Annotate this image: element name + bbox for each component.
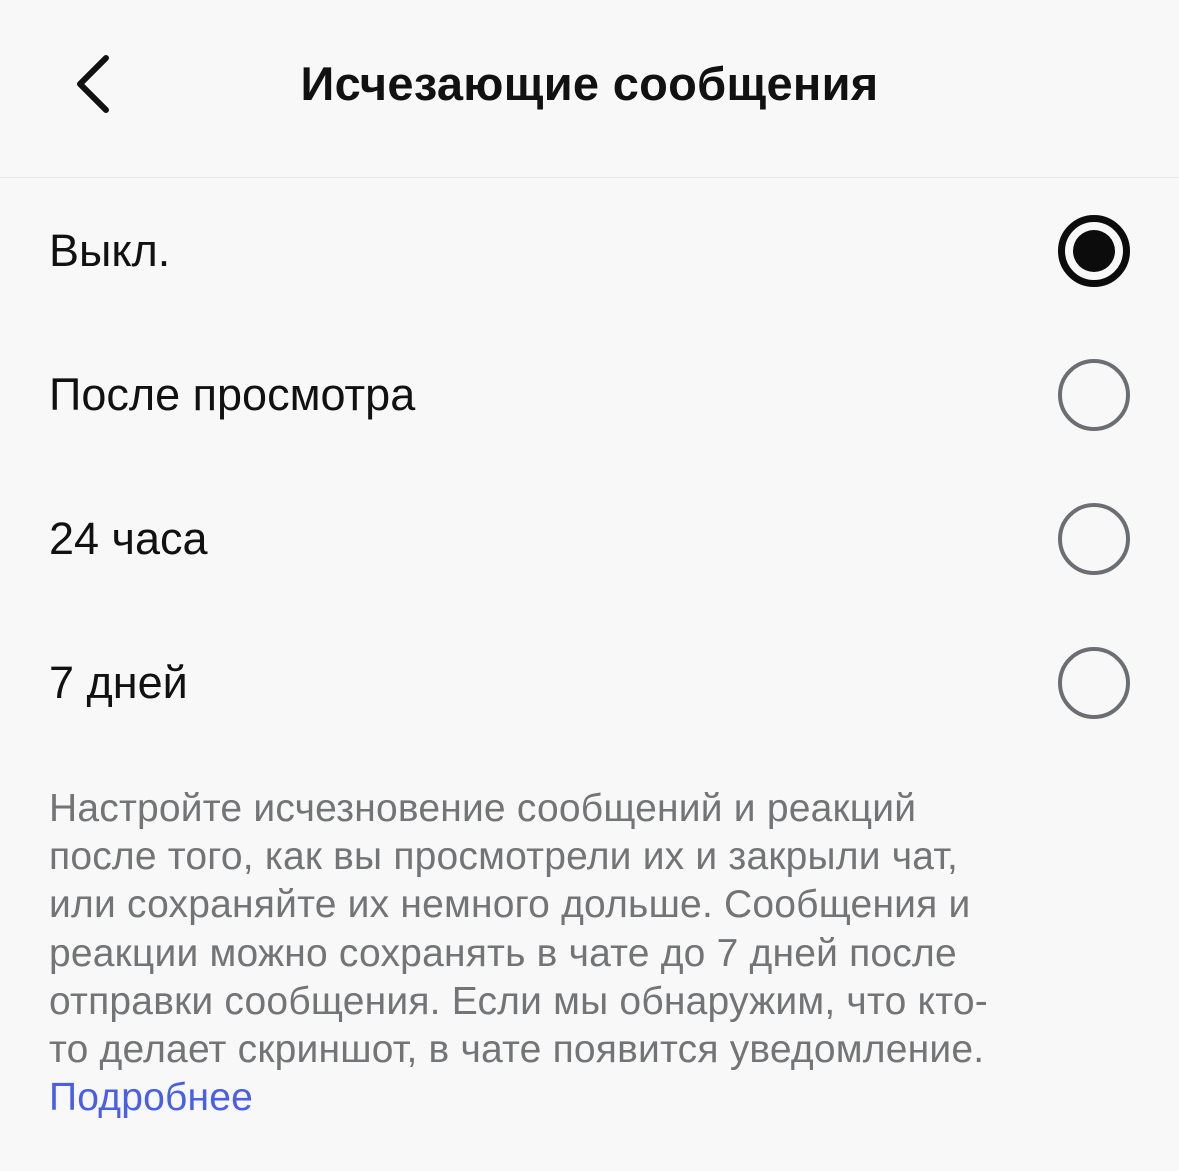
options-list: Выкл. После просмотра 24 часа 7 дней (0, 179, 1179, 755)
description-line: Настройте исчезновение сообщений и реакц… (49, 787, 917, 830)
disappearing-messages-screen: Исчезающие сообщения Выкл. После просмот… (0, 0, 1179, 1171)
radio-button[interactable] (1058, 359, 1130, 431)
radio-button[interactable] (1058, 503, 1130, 575)
description-line: отправки сообщения. Если мы обнаружим, ч… (49, 979, 988, 1023)
option-label: 7 дней (49, 657, 188, 708)
description-line: то делает скриншот, в чате появится увед… (49, 1028, 985, 1072)
option-off[interactable]: Выкл. (0, 179, 1179, 323)
radio-button-selected[interactable] (1058, 215, 1130, 287)
description-line: после того, как вы просмотрели их и закр… (49, 835, 959, 879)
option-7-days[interactable]: 7 дней (0, 611, 1179, 755)
description-line: или сохраняйте их немного дольше. Сообще… (49, 883, 971, 927)
description-text: Настройте исчезновение сообщений и реакц… (49, 785, 1129, 1122)
page-title: Исчезающие сообщения (300, 57, 879, 110)
option-label: После просмотра (49, 369, 416, 420)
navigation-bar: Исчезающие сообщения (0, 0, 1179, 178)
option-24-hours[interactable]: 24 часа (0, 467, 1179, 611)
option-after-viewing[interactable]: После просмотра (0, 323, 1179, 467)
option-label: 24 часа (49, 513, 208, 564)
description-line: реакции можно сохранять в чате до 7 дней… (49, 931, 957, 975)
option-label: Выкл. (49, 225, 171, 276)
learn-more-link[interactable]: Подробнее (49, 1074, 253, 1122)
radio-button[interactable] (1058, 647, 1130, 719)
